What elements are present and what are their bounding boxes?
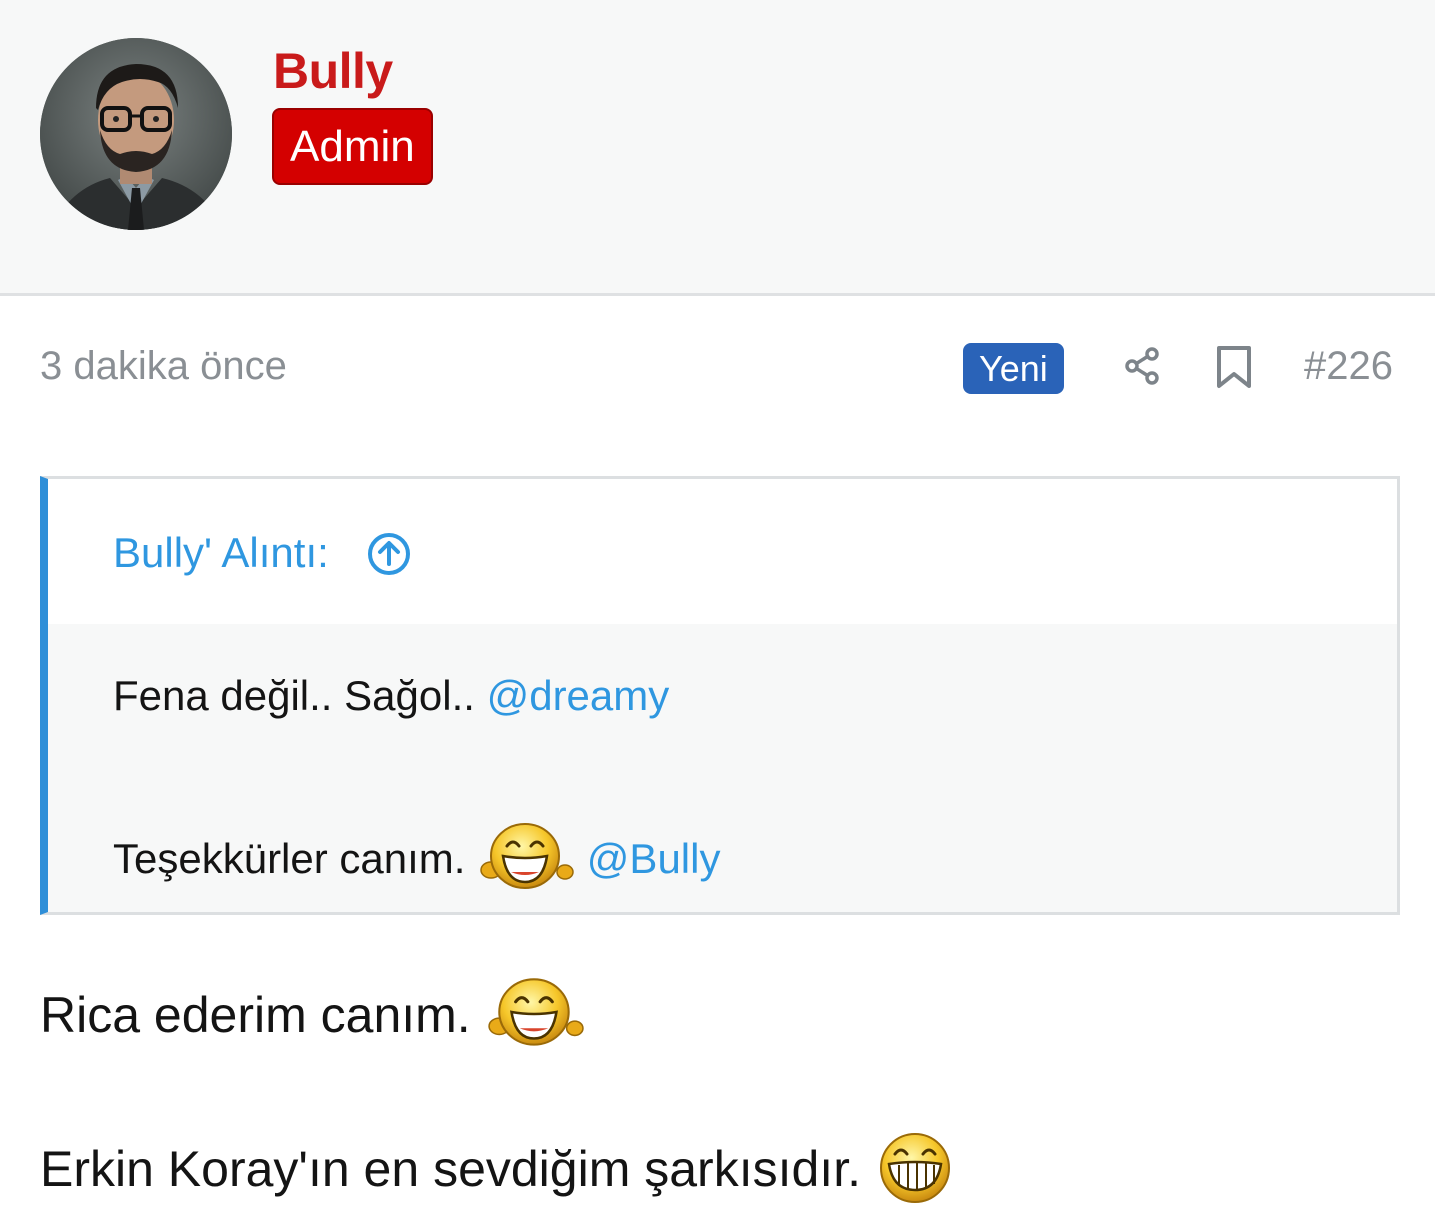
post-timestamp[interactable]: 3 dakika önce: [40, 344, 287, 389]
quote-content: Fena değil.. Sağol.. @dreamy Teşekkürler…: [48, 624, 1397, 912]
quote-line: Teşekkürler canım. @Bully: [113, 820, 720, 904]
mention-link[interactable]: @dreamy: [487, 672, 670, 719]
new-badge: Yeni: [963, 343, 1064, 394]
bookmark-icon[interactable]: [1213, 345, 1255, 389]
post-body-line: Rica ederim canım.: [40, 975, 585, 1063]
avatar-image: [40, 38, 232, 230]
post-body-line: Erkin Koray'ın en sevdiğim şarkısıdır.: [40, 1130, 955, 1216]
avatar[interactable]: [40, 38, 232, 230]
grinning-smiley-icon: [875, 1130, 955, 1216]
post-text: Erkin Koray'ın en sevdiğim şarkısıdır.: [40, 1141, 861, 1198]
quote-header: Bully' Alıntı:: [48, 479, 1397, 624]
laughing-smiley-icon: [477, 820, 575, 904]
quote-line: Fena değil.. Sağol.. @dreamy: [113, 672, 669, 720]
post-number[interactable]: #226: [1304, 344, 1393, 389]
share-icon[interactable]: [1121, 345, 1163, 387]
post-author-header: Bully Admin: [0, 0, 1435, 296]
author-name[interactable]: Bully: [273, 42, 393, 100]
quote-text: Fena değil.. Sağol..: [113, 672, 475, 719]
laughing-smiley-icon: [485, 975, 585, 1063]
author-role-badge: Admin: [272, 108, 433, 185]
quote-text: Teşekkürler canım.: [113, 835, 466, 883]
quote-author-link[interactable]: Bully' Alıntı:: [113, 529, 329, 577]
arrow-up-circle-icon[interactable]: [366, 531, 412, 577]
quote-block: Bully' Alıntı: Fena değil.. Sağol.. @dre…: [40, 476, 1400, 915]
post-text: Rica ederim canım.: [40, 987, 471, 1044]
mention-link[interactable]: @Bully: [587, 835, 721, 882]
